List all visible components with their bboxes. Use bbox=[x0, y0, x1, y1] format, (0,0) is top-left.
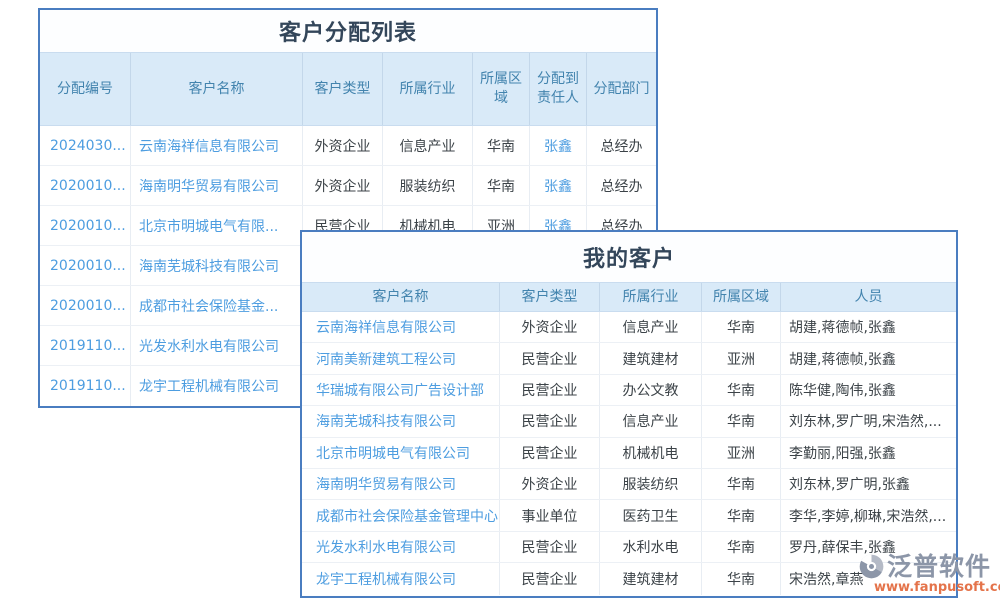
column-header: 所属行业 bbox=[383, 53, 473, 125]
cell-region: 华南 bbox=[702, 469, 781, 499]
cell-people: 胡建,蒋德帧,张鑫 bbox=[781, 343, 956, 373]
cell-allocation-id[interactable]: 2024030... bbox=[40, 126, 131, 165]
cell-people: 胡建,蒋德帧,张鑫 bbox=[781, 312, 956, 342]
table-row: 河南美新建筑工程公司民营企业建筑建材亚洲胡建,蒋德帧,张鑫 bbox=[302, 343, 956, 374]
cell-region: 华南 bbox=[702, 532, 781, 562]
cell-customer-name[interactable]: 海南明华贸易有限公司 bbox=[131, 166, 303, 205]
cell-people: 刘东林,罗广明,宋浩然,... bbox=[781, 406, 956, 436]
cell-customer-type: 外资企业 bbox=[303, 126, 383, 165]
table-row: 2020010...海南明华贸易有限公司外资企业服装纺织华南张鑫总经办 bbox=[40, 166, 656, 206]
my-customers-table: 我的客户 客户名称客户类型所属行业所属区域人员 云南海祥信息有限公司外资企业信息… bbox=[300, 230, 958, 598]
cell-customer-name[interactable]: 龙宇工程机械有限公司 bbox=[302, 563, 500, 594]
cell-customer-type: 外资企业 bbox=[500, 469, 600, 499]
cell-customer-type: 民营企业 bbox=[500, 375, 600, 405]
brand-name: 泛普软件 bbox=[887, 554, 991, 579]
cell-customer-name[interactable]: 河南美新建筑工程公司 bbox=[302, 343, 500, 373]
table-row: 云南海祥信息有限公司外资企业信息产业华南胡建,蒋德帧,张鑫 bbox=[302, 312, 956, 343]
cell-customer-name[interactable]: 华瑞城有限公司广告设计部 bbox=[302, 375, 500, 405]
cell-region: 华南 bbox=[702, 375, 781, 405]
column-header: 分配到责任人 bbox=[530, 53, 587, 125]
cell-customer-type: 民营企业 bbox=[500, 406, 600, 436]
cell-region: 华南 bbox=[702, 500, 781, 530]
table-row: 2024030...云南海祥信息有限公司外资企业信息产业华南张鑫总经办 bbox=[40, 126, 656, 166]
cell-customer-name[interactable]: 北京市明城电气有限公司 bbox=[302, 438, 500, 468]
column-header: 人员 bbox=[781, 283, 956, 311]
fanpu-logo-icon bbox=[858, 553, 885, 580]
cell-region: 华南 bbox=[702, 312, 781, 342]
cell-people: 李华,李婷,柳琳,宋浩然,... bbox=[781, 500, 956, 530]
cell-allocation-id[interactable]: 2020010... bbox=[40, 246, 131, 285]
cell-people: 陈华健,陶伟,张鑫 bbox=[781, 375, 956, 405]
table-row: 北京市明城电气有限公司民营企业机械机电亚洲李勤丽,阳强,张鑫 bbox=[302, 438, 956, 469]
cell-allocation-id[interactable]: 2020010... bbox=[40, 286, 131, 325]
cell-customer-name[interactable]: 成都市社会保险基金... bbox=[131, 286, 303, 325]
cell-region: 亚洲 bbox=[702, 438, 781, 468]
cell-customer-type: 民营企业 bbox=[500, 438, 600, 468]
cell-region: 亚洲 bbox=[702, 343, 781, 373]
cell-customer-name[interactable]: 成都市社会保险基金管理中心 bbox=[302, 500, 500, 530]
cell-region: 华南 bbox=[473, 166, 530, 205]
cell-customer-type: 外资企业 bbox=[303, 166, 383, 205]
cell-region: 华南 bbox=[473, 126, 530, 165]
allocation-table-title: 客户分配列表 bbox=[40, 10, 656, 52]
table-row: 海南芜城科技有限公司民营企业信息产业华南刘东林,罗广明,宋浩然,... bbox=[302, 406, 956, 437]
cell-assignee[interactable]: 张鑫 bbox=[530, 126, 587, 165]
cell-customer-name[interactable]: 北京市明城电气有限... bbox=[131, 206, 303, 245]
cell-industry: 服装纺织 bbox=[383, 166, 473, 205]
brand-url: www.fanpusoft.com bbox=[874, 581, 1000, 594]
cell-customer-name[interactable]: 龙宇工程机械有限公司 bbox=[131, 366, 303, 406]
cell-people: 李勤丽,阳强,张鑫 bbox=[781, 438, 956, 468]
table-row: 华瑞城有限公司广告设计部民营企业办公文教华南陈华健,陶伟,张鑫 bbox=[302, 375, 956, 406]
column-header: 客户名称 bbox=[302, 283, 500, 311]
column-header: 所属区域 bbox=[473, 53, 530, 125]
column-header: 所属行业 bbox=[600, 283, 702, 311]
column-header: 分配编号 bbox=[40, 53, 131, 125]
cell-people: 刘东林,罗广明,张鑫 bbox=[781, 469, 956, 499]
cell-industry: 水利水电 bbox=[600, 532, 702, 562]
cell-allocation-id[interactable]: 2019110... bbox=[40, 326, 131, 365]
cell-customer-name[interactable]: 光发水利水电有限公司 bbox=[302, 532, 500, 562]
cell-customer-type: 外资企业 bbox=[500, 312, 600, 342]
cell-customer-name[interactable]: 海南芜城科技有限公司 bbox=[302, 406, 500, 436]
cell-customer-name[interactable]: 云南海祥信息有限公司 bbox=[302, 312, 500, 342]
my-customers-table-title: 我的客户 bbox=[302, 232, 956, 282]
allocation-table-header: 分配编号客户名称客户类型所属行业所属区域分配到责任人分配部门 bbox=[40, 52, 656, 126]
cell-region: 华南 bbox=[702, 406, 781, 436]
cell-industry: 建筑建材 bbox=[600, 563, 702, 594]
cell-industry: 信息产业 bbox=[600, 406, 702, 436]
watermark: 泛普软件 www.fanpusoft.com bbox=[858, 553, 1000, 594]
column-header: 客户类型 bbox=[303, 53, 383, 125]
cell-allocation-id[interactable]: 2020010... bbox=[40, 166, 131, 205]
cell-customer-type: 民营企业 bbox=[500, 532, 600, 562]
cell-customer-type: 民营企业 bbox=[500, 343, 600, 373]
column-header: 所属区域 bbox=[702, 283, 781, 311]
cell-industry: 信息产业 bbox=[383, 126, 473, 165]
cell-customer-name[interactable]: 海南明华贸易有限公司 bbox=[302, 469, 500, 499]
column-header: 客户名称 bbox=[131, 53, 303, 125]
cell-industry: 服装纺织 bbox=[600, 469, 702, 499]
cell-region: 华南 bbox=[702, 563, 781, 594]
cell-allocation-id[interactable]: 2019110... bbox=[40, 366, 131, 406]
column-header: 客户类型 bbox=[500, 283, 600, 311]
cell-allocation-id[interactable]: 2020010... bbox=[40, 206, 131, 245]
table-row: 成都市社会保险基金管理中心事业单位医药卫生华南李华,李婷,柳琳,宋浩然,... bbox=[302, 500, 956, 531]
cell-department: 总经办 bbox=[587, 126, 656, 165]
cell-department: 总经办 bbox=[587, 166, 656, 205]
cell-industry: 信息产业 bbox=[600, 312, 702, 342]
cell-customer-name[interactable]: 云南海祥信息有限公司 bbox=[131, 126, 303, 165]
cell-customer-type: 事业单位 bbox=[500, 500, 600, 530]
my-customers-table-header: 客户名称客户类型所属行业所属区域人员 bbox=[302, 282, 956, 312]
cell-assignee[interactable]: 张鑫 bbox=[530, 166, 587, 205]
cell-industry: 机械机电 bbox=[600, 438, 702, 468]
cell-industry: 建筑建材 bbox=[600, 343, 702, 373]
cell-industry: 办公文教 bbox=[600, 375, 702, 405]
cell-customer-name[interactable]: 海南芜城科技有限公司 bbox=[131, 246, 303, 285]
column-header: 分配部门 bbox=[587, 53, 656, 125]
cell-customer-type: 民营企业 bbox=[500, 563, 600, 594]
cell-industry: 医药卫生 bbox=[600, 500, 702, 530]
cell-customer-name[interactable]: 光发水利水电有限公司 bbox=[131, 326, 303, 365]
table-row: 海南明华贸易有限公司外资企业服装纺织华南刘东林,罗广明,张鑫 bbox=[302, 469, 956, 500]
